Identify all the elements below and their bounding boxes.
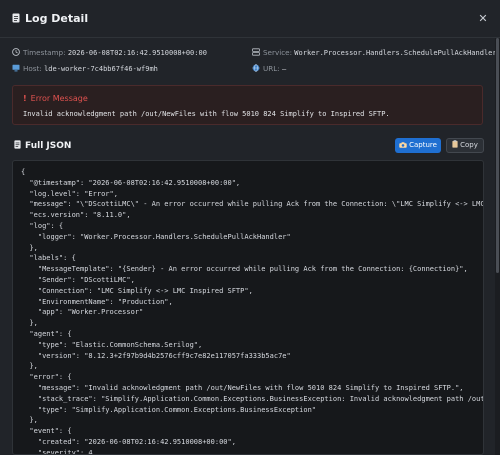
camera-icon bbox=[399, 141, 407, 148]
json-line: "MessageTemplate": "{Sender} - An error … bbox=[21, 265, 468, 274]
error-message-text: Invalid acknowledgment path /out/NewFile… bbox=[23, 110, 390, 118]
host-field: Host: lde-worker-7c4bb67f46-wf9mh bbox=[12, 64, 158, 74]
json-line: "type": "Elastic.CommonSchema.Serilog", bbox=[21, 340, 203, 349]
url-field: URL: – bbox=[252, 64, 286, 74]
exclamation-icon: ! bbox=[23, 94, 27, 103]
json-line: "Connection": "LMC Simplify <-> LMC Insp… bbox=[21, 286, 253, 295]
json-line: }, bbox=[21, 243, 38, 252]
service-value: Worker.Processor.Handlers.SchedulePullAc… bbox=[294, 49, 497, 57]
json-line: "ecs.version": "8.11.0", bbox=[21, 211, 131, 220]
document-icon bbox=[14, 140, 21, 149]
json-line: "stack_trace": "Simplify.Application.Com… bbox=[37, 394, 483, 403]
capture-button[interactable]: Capture bbox=[395, 138, 441, 153]
json-line: "message": "Invalid acknowledgment path … bbox=[21, 383, 464, 392]
json-line: }, bbox=[21, 416, 38, 425]
json-line: "Sender": "DScottiLMC", bbox=[21, 275, 135, 284]
modal-scrollbar[interactable] bbox=[495, 38, 500, 455]
json-line: "EnvironmentName": "Production", bbox=[21, 297, 173, 306]
error-message-box: ! Error Message Invalid acknowledgment pa… bbox=[12, 85, 483, 125]
full-json-title: Full JSON bbox=[25, 141, 72, 151]
json-line: "type": "Simplify.Application.Common.Exc… bbox=[21, 405, 317, 414]
timestamp-value: 2026-06-08T02:16:42.9510008+00:00 bbox=[67, 49, 207, 57]
copy-button[interactable]: Copy bbox=[446, 138, 484, 153]
json-line: "message": "\"DScottiLMC\" - An error oc… bbox=[29, 200, 484, 209]
error-title: ! Error Message bbox=[23, 94, 88, 104]
modal-title: Log Detail bbox=[25, 12, 89, 25]
globe-icon bbox=[252, 64, 260, 72]
json-line: "logger": "Worker.Processor.Handlers.Sch… bbox=[21, 232, 291, 241]
document-icon bbox=[12, 13, 20, 23]
error-title-text: Error Message bbox=[30, 94, 88, 103]
service-label: Service: bbox=[263, 48, 292, 57]
clipboard-icon bbox=[452, 140, 458, 148]
host-label: Host: bbox=[23, 64, 42, 73]
json-line: "event": { bbox=[21, 427, 72, 436]
scrollbar-thumb[interactable] bbox=[496, 38, 499, 273]
json-line: "log.level": "Error", bbox=[21, 189, 118, 198]
json-line: }, bbox=[21, 362, 38, 371]
service-field: Service: Worker.Processor.Handlers.Sched… bbox=[252, 48, 497, 58]
full-json-heading: Full JSON bbox=[14, 140, 71, 152]
json-line: "labels": { bbox=[21, 254, 76, 263]
json-line: "version": "8.12.3+2f97b9d4b2576cff9c7e8… bbox=[21, 351, 291, 360]
json-line: "created": "2026-06-08T02:16:42.9510008+… bbox=[21, 437, 236, 446]
json-line: }, bbox=[21, 319, 38, 328]
server-icon bbox=[252, 48, 260, 56]
host-value: lde-worker-7c4bb67f46-wf9mh bbox=[44, 65, 158, 73]
monitor-icon bbox=[12, 64, 20, 72]
log-detail-modal: Log Detail ✕ Timestamp: 2026-06-08T02:16… bbox=[0, 0, 500, 455]
json-line: "error": { bbox=[21, 373, 72, 382]
json-line: "severity": 4, bbox=[21, 448, 97, 455]
url-value: – bbox=[281, 65, 287, 73]
timestamp-field: Timestamp: 2026-06-08T02:16:42.9510008+0… bbox=[12, 48, 207, 58]
json-line: "app": "Worker.Processor" bbox=[21, 308, 144, 317]
json-line: "log": { bbox=[21, 221, 64, 230]
url-label: URL: bbox=[263, 64, 280, 73]
modal-header: Log Detail ✕ bbox=[0, 0, 500, 38]
json-viewer[interactable]: { "@timestamp": "2026-06-08T02:16:42.951… bbox=[12, 160, 484, 455]
json-line: "agent": { bbox=[21, 329, 72, 338]
copy-label: Copy bbox=[460, 141, 478, 149]
timestamp-label: Timestamp: bbox=[23, 48, 66, 57]
json-line: "@timestamp": "2026-06-08T02:16:42.95100… bbox=[21, 178, 241, 187]
capture-label: Capture bbox=[409, 141, 437, 149]
clock-icon bbox=[12, 48, 20, 56]
json-code-block: { "@timestamp": "2026-06-08T02:16:42.951… bbox=[21, 167, 484, 455]
close-button[interactable]: ✕ bbox=[478, 13, 488, 25]
json-line: { bbox=[21, 168, 26, 176]
